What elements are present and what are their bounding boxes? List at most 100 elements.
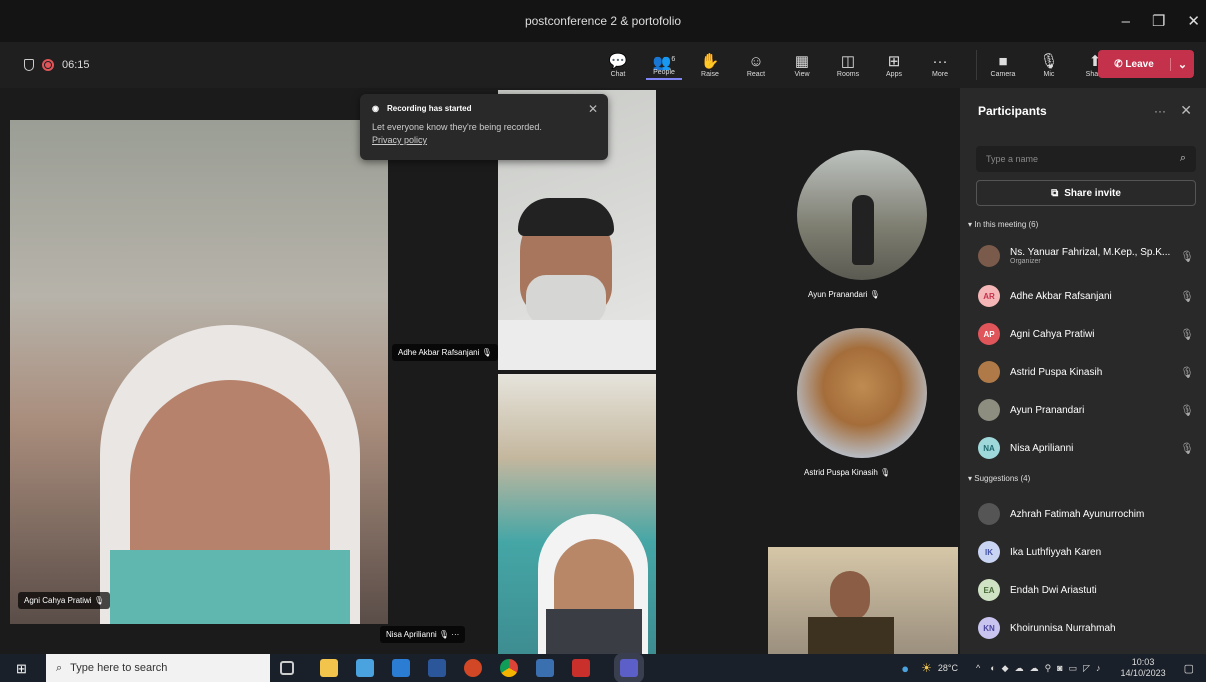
maximize-button[interactable]: ❐ <box>1152 12 1165 30</box>
recording-indicator: 06:15 <box>24 59 90 71</box>
avatar <box>978 361 1000 383</box>
chat-button[interactable]: 💬 Chat <box>600 53 636 78</box>
avatar-ayun[interactable] <box>797 150 927 280</box>
suggestion-row[interactable]: IK Ika Luthfiyyah Karen <box>978 538 1198 566</box>
window-title: postconference 2 & portofolio <box>524 14 682 28</box>
video-tile-organizer[interactable] <box>768 547 958 654</box>
participant-row[interactable]: NA Nisa Aprilianni 🎙 <box>978 434 1198 462</box>
help-icon[interactable]: ● <box>901 661 909 676</box>
notification-icon[interactable]: ▢ <box>1184 662 1194 675</box>
participant-row[interactable]: Astrid Puspa Kinasih 🎙 <box>978 358 1198 386</box>
minimize-button[interactable]: – <box>1122 13 1130 30</box>
participant-row[interactable]: AR Adhe Akbar Rafsanjani 🎙 <box>978 282 1198 310</box>
weather-icon: ☀ <box>921 661 932 675</box>
close-icon[interactable]: ✕ <box>588 102 598 116</box>
teams-icon[interactable] <box>620 659 638 677</box>
camera-button[interactable]: ■ Camera <box>985 53 1021 78</box>
video-stage: Agni Cahya Pratiwi 🎙 Adhe Akbar Rafsanja… <box>0 88 960 654</box>
mic-icon: 🎙 <box>1180 250 1194 263</box>
privacy-policy-link[interactable]: Privacy policy <box>372 135 596 145</box>
avatar <box>978 503 1000 525</box>
chrome-icon[interactable] <box>500 659 518 677</box>
leave-button[interactable]: ✆ Leave ⌄ <box>1098 50 1194 78</box>
apps-button[interactable]: ⊞ Apps <box>876 53 912 78</box>
participant-hair <box>518 198 614 236</box>
mic-muted-icon: 🎙 <box>1180 366 1194 379</box>
participant-name-label: Adhe Akbar Rafsanjani 🎙 <box>392 344 498 361</box>
participant-coat <box>498 320 656 370</box>
windows-start-icon[interactable]: ⊞ <box>16 661 27 677</box>
mic-icon: 🎙 <box>1039 52 1059 70</box>
file-explorer-icon[interactable] <box>320 659 338 677</box>
video-tile-nisa[interactable] <box>498 374 656 654</box>
toolbar-divider <box>976 50 977 80</box>
mail-icon[interactable] <box>392 659 410 677</box>
word-icon[interactable] <box>428 659 446 677</box>
panel-title: Participants <box>978 104 1047 118</box>
participant-row[interactable]: AP Agni Cahya Pratiwi 🎙 <box>978 320 1198 348</box>
avatar: KN <box>978 617 1000 639</box>
suggestions-section-header[interactable]: ▾ Suggestions (4) <box>968 474 1030 483</box>
participant-row[interactable]: Ns. Yanuar Fahrizal, M.Kep., Sp.K... Org… <box>978 242 1198 270</box>
participant-mask <box>546 609 642 654</box>
participant-name-label: Astrid Puspa Kinasih 🎙 <box>804 468 891 477</box>
smiley-icon: ☺ <box>748 52 764 70</box>
more-icon: ··· <box>932 52 948 70</box>
app-icon[interactable] <box>536 659 554 677</box>
toast-body: Let everyone know they're being recorded… <box>372 122 542 132</box>
share-invite-button[interactable]: ⧉ Share invite <box>976 180 1196 206</box>
close-panel-icon[interactable]: ✕ <box>1180 102 1192 119</box>
avatar-figure <box>852 195 874 265</box>
view-button[interactable]: ▦ View <box>784 53 820 78</box>
shield-icon <box>24 59 34 71</box>
avatar-astrid[interactable] <box>797 328 927 458</box>
raise-hand-button[interactable]: ✋ Raise <box>692 53 728 78</box>
search-icon: ⌕ <box>56 661 63 674</box>
mic-muted-icon: 🎙 <box>1180 404 1194 417</box>
avatar <box>978 245 1000 267</box>
share-icon: ⧉ <box>1051 187 1059 199</box>
participant-search-input[interactable]: Type a name ⌕ <box>976 146 1196 172</box>
tray-icons[interactable]: ◐◆☁☁⚲◙▭◸♪ <box>990 663 1106 674</box>
mic-muted-icon: 🎙 <box>1180 290 1194 303</box>
close-window-button[interactable]: ✕ <box>1187 12 1200 30</box>
participants-panel: Participants ··· ✕ Type a name ⌕ ⧉ Share … <box>960 88 1206 654</box>
avatar: IK <box>978 541 1000 563</box>
participant-row[interactable]: Ayun Pranandari 🎙 <box>978 396 1198 424</box>
apps-icon: ⊞ <box>887 52 901 70</box>
suggestion-row[interactable]: EA Endah Dwi Ariastuti <box>978 576 1198 604</box>
participant-name-label: Nisa Aprilianni 🎙 ··· <box>380 626 466 643</box>
more-options-icon[interactable]: ··· <box>1154 104 1166 118</box>
mic-muted-icon: 🎙 <box>1180 442 1194 455</box>
clock[interactable]: 10:03 14/10/2023 <box>1121 657 1166 679</box>
calendar-icon[interactable] <box>572 659 590 677</box>
taskbar-search-input[interactable]: ⌕ Type here to search <box>46 654 270 682</box>
store-icon[interactable] <box>356 659 374 677</box>
suggestion-row[interactable]: KN Khoirunnisa Nurrahmah <box>978 614 1198 642</box>
window-controls: – ❐ ✕ <box>1122 0 1200 42</box>
powerpoint-icon[interactable] <box>464 659 482 677</box>
react-button[interactable]: ☺ React <box>738 53 774 78</box>
chevron-up-icon[interactable]: ^ <box>976 663 980 673</box>
mic-button[interactable]: 🎙 Mic <box>1031 53 1067 78</box>
system-tray: ● ☀ 28°C ^ ◐◆☁☁⚲◙▭◸♪ 10:03 14/10/2023 ▢ <box>901 654 1206 682</box>
meeting-timer: 06:15 <box>62 59 90 71</box>
suggestion-row[interactable]: Azhrah Fatimah Ayunurrochim <box>978 500 1198 528</box>
rooms-button[interactable]: ◫ Rooms <box>830 53 866 78</box>
task-view-icon[interactable] <box>280 661 294 675</box>
more-button[interactable]: ··· More <box>922 53 958 78</box>
avatar: AP <box>978 323 1000 345</box>
video-tile-agni[interactable]: Agni Cahya Pratiwi 🎙 <box>10 120 388 624</box>
in-meeting-section-header[interactable]: ▾ In this meeting (6) <box>968 220 1038 229</box>
camera-icon: ■ <box>998 52 1008 70</box>
chevron-down-icon[interactable]: ⌄ <box>1170 57 1194 71</box>
search-icon: ⌕ <box>1179 152 1186 164</box>
recording-toast: ◉ Recording has started Let everyone know… <box>360 94 608 160</box>
rooms-icon: ◫ <box>840 52 856 70</box>
temperature[interactable]: 28°C <box>938 663 958 673</box>
title-bar: postconference 2 & portofolio – ❐ ✕ <box>0 0 1206 42</box>
toast-title: ◉ Recording has started <box>372 104 472 113</box>
avatar <box>978 399 1000 421</box>
participant-name-label: Agni Cahya Pratiwi 🎙 <box>18 592 110 609</box>
people-button[interactable]: 👥6 People <box>646 51 682 80</box>
